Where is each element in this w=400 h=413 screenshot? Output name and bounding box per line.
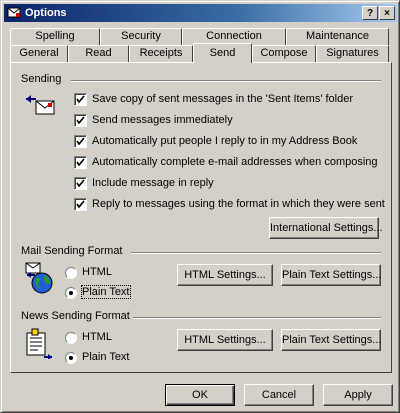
news-plain-settings-button[interactable]: Plain Text Settings...: [281, 329, 381, 351]
tab-spelling[interactable]: Spelling: [10, 28, 100, 45]
checkmark-icon: [76, 200, 85, 209]
mail-plain-label: Plain Text: [81, 285, 131, 299]
reply-format-checkbox[interactable]: [74, 198, 87, 211]
sending-group-label: Sending: [21, 73, 65, 85]
options-window-icon: [7, 7, 21, 18]
cancel-button[interactable]: Cancel: [244, 384, 314, 406]
send-immediately-checkbox[interactable]: [74, 114, 87, 127]
tab-general[interactable]: General: [10, 45, 68, 62]
mail-format-divider: [131, 252, 381, 254]
news-html-settings-button[interactable]: HTML Settings...: [177, 329, 273, 351]
sending-divider: [71, 80, 381, 82]
tab-receipts[interactable]: Receipts: [129, 45, 193, 62]
apply-button[interactable]: Apply: [323, 384, 393, 406]
auto-complete-label: Automatically complete e-mail addresses …: [92, 156, 378, 168]
ok-button[interactable]: OK: [165, 384, 235, 406]
globe-mail-icon: [25, 262, 53, 294]
auto-address-book-label: Automatically put people I reply to in m…: [92, 135, 358, 147]
mail-html-radio[interactable]: [65, 267, 77, 279]
checkmark-icon: [76, 179, 85, 188]
news-format-divider: [131, 317, 381, 319]
tab-read[interactable]: Read: [68, 45, 129, 62]
radio-selected-dot: [69, 356, 73, 360]
mail-html-label: HTML: [82, 266, 112, 278]
auto-complete-checkbox[interactable]: [74, 156, 87, 169]
send-immediately-label: Send messages immediately: [92, 114, 233, 126]
tab-security[interactable]: Security: [100, 28, 182, 45]
tab-compose[interactable]: Compose: [252, 45, 316, 62]
news-plain-radio[interactable]: [65, 352, 77, 364]
reply-format-label: Reply to messages using the format in wh…: [92, 198, 385, 210]
tab-signatures[interactable]: Signatures: [316, 45, 389, 62]
help-button[interactable]: ?: [362, 6, 378, 20]
international-settings-button[interactable]: International Settings...: [269, 217, 383, 239]
tab-row-bottom: General Read Receipts Send Compose Signa…: [1, 43, 400, 63]
radio-selected-dot: [69, 291, 73, 295]
send-tab-panel: Sending Save copy of sent messages in th…: [10, 62, 392, 373]
tab-maintenance[interactable]: Maintenance: [286, 28, 389, 45]
title-bar[interactable]: Options ? ×: [4, 4, 397, 22]
news-post-icon: [26, 328, 52, 359]
checkmark-icon: [76, 95, 85, 104]
news-html-radio[interactable]: [65, 332, 77, 344]
auto-address-book-checkbox[interactable]: [74, 135, 87, 148]
close-button[interactable]: ×: [379, 6, 395, 20]
mail-html-settings-button[interactable]: HTML Settings...: [177, 264, 273, 286]
news-plain-label: Plain Text: [82, 351, 130, 363]
checkmark-icon: [76, 137, 85, 146]
include-message-label: Include message in reply: [92, 177, 214, 189]
mail-plain-radio[interactable]: [65, 287, 77, 299]
tab-send[interactable]: Send: [193, 43, 252, 63]
save-copy-label: Save copy of sent messages in the 'Sent …: [92, 93, 354, 105]
news-html-label: HTML: [82, 331, 112, 343]
news-format-group-label: News Sending Format: [21, 310, 133, 322]
mail-format-group-label: Mail Sending Format: [21, 245, 126, 257]
checkmark-icon: [76, 116, 85, 125]
options-dialog: Options ? × Spelling Security Connection…: [0, 0, 400, 413]
include-message-checkbox[interactable]: [74, 177, 87, 190]
save-copy-checkbox[interactable]: [74, 93, 87, 106]
mail-plain-settings-button[interactable]: Plain Text Settings...: [281, 264, 381, 286]
send-mail-icon: [26, 95, 55, 115]
checkmark-icon: [76, 158, 85, 167]
window-title: Options: [25, 7, 67, 19]
